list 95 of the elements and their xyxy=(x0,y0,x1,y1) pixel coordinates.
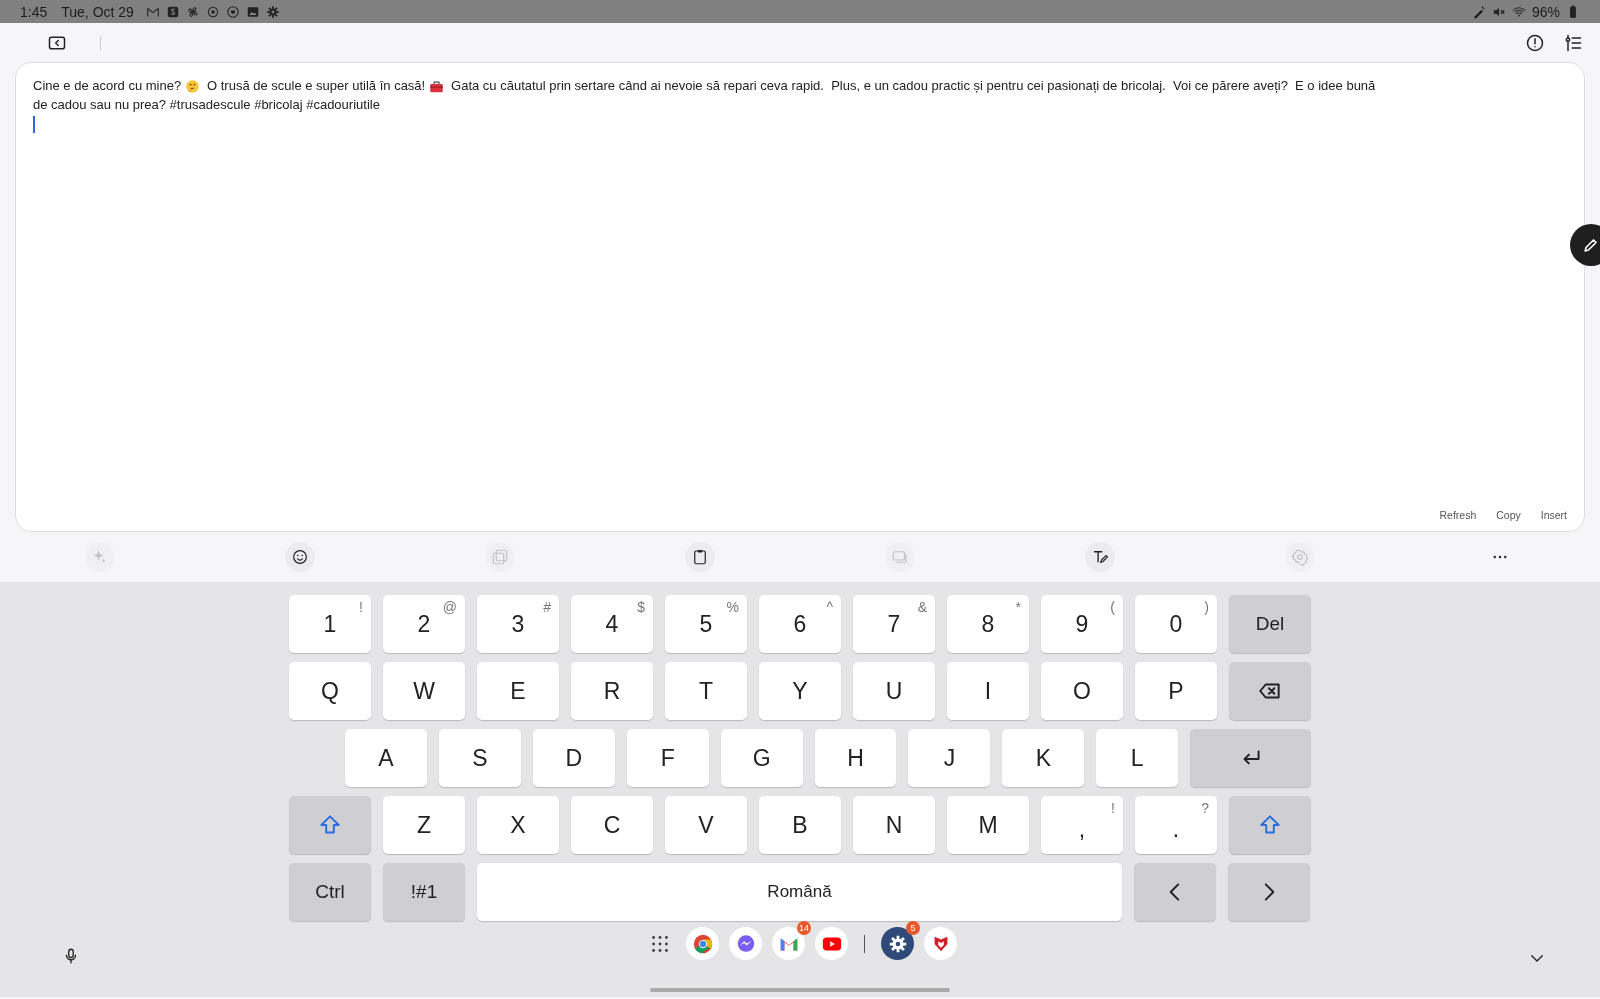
clipboard-icon[interactable] xyxy=(691,548,709,566)
key[interactable]: 6 ^ xyxy=(759,595,841,653)
key[interactable]: 8 * xyxy=(947,595,1029,653)
key-label: 1 xyxy=(323,610,337,638)
key[interactable]: N xyxy=(853,796,935,854)
key[interactable]: 3 # xyxy=(477,595,559,653)
key[interactable]: , ! xyxy=(1041,796,1123,854)
editor-text: de cadou sau nu prea? #trusadescule #bricolaj #cadouriutile xyxy=(33,95,380,114)
key[interactable]: Q xyxy=(289,662,371,720)
action-link[interactable]: Refresh xyxy=(1439,509,1477,521)
key[interactable]: 7 & xyxy=(853,595,935,653)
key[interactable]: D xyxy=(532,729,615,787)
toolbox-icon xyxy=(428,78,444,94)
ring-icon xyxy=(205,4,220,19)
key[interactable]: Y xyxy=(759,662,841,720)
key[interactable]: T xyxy=(665,662,747,720)
key[interactable]: M xyxy=(947,796,1029,854)
key[interactable]: X xyxy=(477,796,559,854)
key-label: 6 xyxy=(793,610,807,638)
key-label: 3 xyxy=(511,610,525,638)
key-hint: ! xyxy=(359,599,363,615)
clipboard-button[interactable] xyxy=(685,542,715,572)
battery-percentage: 96% xyxy=(1531,3,1560,20)
key-hint: ^ xyxy=(826,599,833,615)
key-label: 2 xyxy=(417,610,431,638)
key[interactable]: 0 ) xyxy=(1135,595,1217,653)
key[interactable]: !#1 xyxy=(383,863,465,921)
key[interactable]: 2 @ xyxy=(383,595,465,653)
key[interactable]: G xyxy=(720,729,803,787)
key[interactable]: L xyxy=(1096,729,1179,787)
settings-icon xyxy=(265,4,280,19)
key[interactable]: J xyxy=(908,729,991,787)
key-label: 5 xyxy=(699,610,713,638)
editor-text: O trusă de scule e super utilă în casă! xyxy=(206,77,427,95)
handwriting-icon[interactable] xyxy=(1091,548,1109,566)
key[interactable]: H xyxy=(814,729,897,787)
key[interactable]: P xyxy=(1135,662,1217,720)
key[interactable]: Z xyxy=(383,796,465,854)
editor-text: Gata cu căutatul prin sertare când ai nevoie să repari ceva rapid. Plus, e un cadou practic și pentru cei pasionați de bricolaj. Voi ce părere aveți? E o idee bună xyxy=(450,77,1376,95)
notification-badge: 5 xyxy=(906,921,920,935)
key[interactable]: W xyxy=(383,662,465,720)
key-label: 4 xyxy=(605,610,619,638)
key-hint: $ xyxy=(637,599,645,615)
key[interactable]: 1 ! xyxy=(289,595,371,653)
key[interactable]: V xyxy=(665,796,747,854)
text-cursor xyxy=(33,116,35,133)
key[interactable]: 9 ( xyxy=(1041,595,1123,653)
key-label: 7 xyxy=(887,610,901,638)
backspace-key[interactable] xyxy=(1229,662,1311,720)
key-hint: @ xyxy=(442,599,457,615)
pen-icon xyxy=(1471,4,1486,19)
key-label: 9 xyxy=(1075,610,1089,638)
notification-badge: 14 xyxy=(797,921,811,935)
key-label: 0 xyxy=(1169,610,1183,638)
key-hint: ! xyxy=(1111,800,1115,816)
key-hint: ) xyxy=(1204,599,1209,615)
wifi-icon xyxy=(1511,4,1526,19)
key[interactable]: C xyxy=(571,796,653,854)
key[interactable]: O xyxy=(1041,662,1123,720)
handwriting-button[interactable] xyxy=(1085,542,1115,572)
action-link[interactable]: Insert xyxy=(1540,509,1567,521)
space-key[interactable]: Română xyxy=(477,863,1122,921)
key[interactable]: R xyxy=(571,662,653,720)
key[interactable]: A xyxy=(345,729,427,787)
key[interactable]: 5 % xyxy=(665,595,747,653)
action-link[interactable]: Copy xyxy=(1496,509,1521,521)
key-label: , xyxy=(1078,814,1086,843)
emoji-button[interactable] xyxy=(285,542,315,572)
key[interactable]: S xyxy=(438,729,521,787)
key[interactable]: Ctrl xyxy=(289,863,371,921)
key[interactable]: 4 $ xyxy=(571,595,653,653)
date-text: Tue, Oct 29 xyxy=(61,3,134,20)
key-hint: # xyxy=(543,599,551,615)
key[interactable]: Del xyxy=(1229,595,1311,653)
key-label: 8 xyxy=(981,610,995,638)
key[interactable]: K xyxy=(1002,729,1085,787)
key-hint: * xyxy=(1015,599,1021,615)
key[interactable]: B xyxy=(759,796,841,854)
editor-text: Cine e de acord cu mine? xyxy=(33,77,183,95)
key[interactable]: E xyxy=(477,662,559,720)
key-label: . xyxy=(1172,814,1180,843)
key-hint: % xyxy=(726,599,739,615)
key[interactable]: F xyxy=(626,729,709,787)
key-hint: ( xyxy=(1110,599,1115,615)
fan-icon xyxy=(185,4,200,19)
image-icon xyxy=(245,4,260,19)
thinking-face-icon xyxy=(184,78,200,94)
key-hint: ? xyxy=(1201,800,1209,816)
key[interactable]: . ? xyxy=(1135,796,1217,854)
key-hint: & xyxy=(917,599,927,615)
key[interactable]: I xyxy=(947,662,1029,720)
square-icon xyxy=(165,4,180,19)
key[interactable]: U xyxy=(853,662,935,720)
clock-time: 1:45 xyxy=(20,3,48,20)
emoji-icon[interactable] xyxy=(291,548,309,566)
